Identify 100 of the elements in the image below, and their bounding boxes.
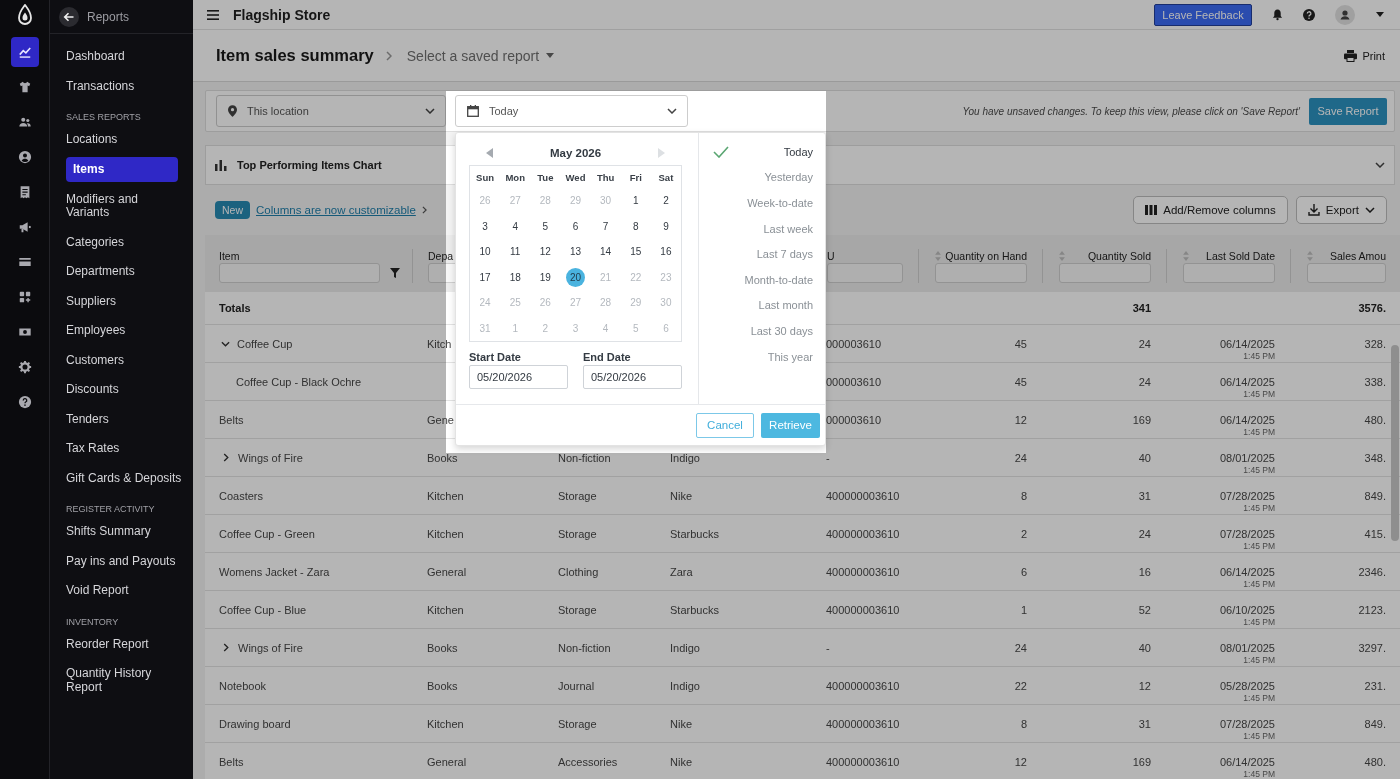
table-cell: Books (427, 679, 458, 692)
table-cell: 24 (1014, 451, 1027, 464)
calendar-day: 4 (596, 318, 616, 338)
table-cell: General (427, 565, 467, 578)
weekday-label: Tue (537, 171, 554, 183)
calendar-day: 21 (596, 267, 616, 287)
table-cell: 31 (1138, 489, 1151, 502)
weekday-label: Wed (565, 171, 586, 183)
table-cell: Coffee Cup - Black Ochre (236, 375, 362, 388)
table-cell: 45 (1014, 375, 1027, 388)
store-name: Flagship Store (233, 6, 331, 23)
table-cell: Nike (670, 755, 692, 768)
weekday-label: Thu (596, 171, 615, 183)
new-badge: New (215, 201, 250, 219)
date-text: 06/14/2025 (1219, 566, 1275, 579)
table-cell: 2 (1020, 527, 1027, 540)
time-text: 1:45 PM (1243, 503, 1275, 514)
table-cell: Indigo (670, 451, 700, 464)
table-cell: Womens Jacket - Zara (219, 565, 330, 578)
time-text: 1:45 PM (1243, 465, 1275, 476)
table-cell: Accessories (558, 755, 618, 768)
table-cell: 169 (1132, 413, 1151, 426)
table-cell: 328. (1364, 337, 1386, 350)
date-text: 06/14/2025 (1219, 338, 1275, 351)
table-cell: Coffee Cup (237, 337, 293, 350)
nav-section-heading: REGISTER ACTIVITY (66, 503, 156, 516)
table-cell: Belts (219, 413, 244, 426)
calendar-day: 25 (505, 293, 525, 313)
time-text: 1:45 PM (1243, 693, 1275, 704)
table-cell: Coasters (219, 489, 264, 502)
table-cell: 40 (1138, 451, 1151, 464)
table-cell: Drawing board (219, 717, 291, 730)
time-text: 1:45 PM (1243, 427, 1275, 438)
table-cell: Kitchen (427, 717, 464, 730)
table-cell: 2123. (1358, 603, 1386, 616)
weekday-label: Mon (505, 171, 525, 183)
date-text: 06/14/2025 (1219, 376, 1275, 389)
table-cell: 000003610 (826, 375, 882, 388)
field-label: Start Date (469, 351, 522, 364)
calendar-day: 30 (596, 191, 616, 211)
table-cell: 2346. (1358, 565, 1386, 578)
calendar-day: 24 (475, 293, 495, 313)
date-text: 07/28/2025 (1219, 718, 1275, 731)
panel-title: Top Performing Items Chart (237, 159, 382, 171)
table-cell: Wings of Fire (238, 641, 303, 654)
time-text: 1:45 PM (1243, 731, 1275, 742)
table-cell: Books (427, 641, 458, 654)
calendar-day: 29 (626, 293, 646, 313)
month-label: May 2026 (549, 146, 602, 159)
table-cell: Storage (558, 717, 597, 730)
table-cell: 1 (1020, 603, 1027, 616)
table-cell: - (826, 451, 830, 464)
table-cell: 400000003610 (826, 603, 900, 616)
table-cell: 12 (1014, 755, 1027, 768)
table-cell: Books (427, 451, 458, 464)
table-cell: 400000003610 (826, 489, 900, 502)
calendar-day: 27 (566, 293, 585, 313)
calendar-day: 26 (535, 293, 555, 313)
notice-text: You have unsaved changes. To keep this view, please click on 'Save Report' (961, 105, 1300, 117)
table-cell: 338. (1364, 375, 1386, 388)
table-cell: 480. (1364, 413, 1386, 426)
table-cell: 849. (1364, 717, 1386, 730)
time-text: 1:45 PM (1243, 351, 1275, 362)
table-cell: Indigo (670, 679, 700, 692)
table-cell: 3576. (1358, 302, 1386, 314)
table-cell: Notebook (219, 679, 267, 692)
table-cell: 348. (1364, 451, 1386, 464)
table-cell: 24 (1138, 527, 1151, 540)
table-cell: 169 (1132, 755, 1151, 768)
table-cell: Starbucks (670, 603, 719, 616)
date-text: 07/28/2025 (1219, 490, 1275, 503)
table-cell: Storage (558, 603, 597, 616)
table-cell: Non-fiction (558, 641, 611, 654)
table-cell: Starbucks (670, 527, 719, 540)
nav-title: Reports (87, 9, 130, 24)
table-cell: Kitchen (427, 527, 464, 540)
table-cell: 480. (1364, 755, 1386, 768)
table-cell: Journal (558, 679, 595, 692)
table-cell: 24 (1138, 375, 1151, 388)
table-cell: 400000003610 (826, 755, 900, 768)
page-title: Item sales summary (216, 46, 374, 65)
table-cell: Non-fiction (558, 451, 611, 464)
time-text: 1:45 PM (1243, 655, 1275, 666)
table-cell: General (427, 755, 467, 768)
table-cell: 231. (1364, 679, 1386, 692)
table-cell: 000003610 (826, 337, 882, 350)
calendar-day: 26 (475, 191, 495, 211)
table-cell: 52 (1138, 603, 1151, 616)
table-cell: 415. (1364, 527, 1386, 540)
nav-section-heading: SALES REPORTS (66, 111, 142, 124)
table-cell: 400000003610 (826, 565, 900, 578)
table-cell: Belts (219, 755, 244, 768)
calendar-day: 28 (596, 293, 616, 313)
calendar-day: 2 (535, 318, 555, 338)
calendar-day: 31 (475, 318, 495, 338)
calendar-day: 27 (505, 191, 525, 211)
table-cell: 400000003610 (826, 717, 900, 730)
table-cell: Wings of Fire (238, 451, 303, 464)
calendar-day: 29 (566, 191, 585, 211)
time-text: 1:45 PM (1243, 617, 1275, 628)
